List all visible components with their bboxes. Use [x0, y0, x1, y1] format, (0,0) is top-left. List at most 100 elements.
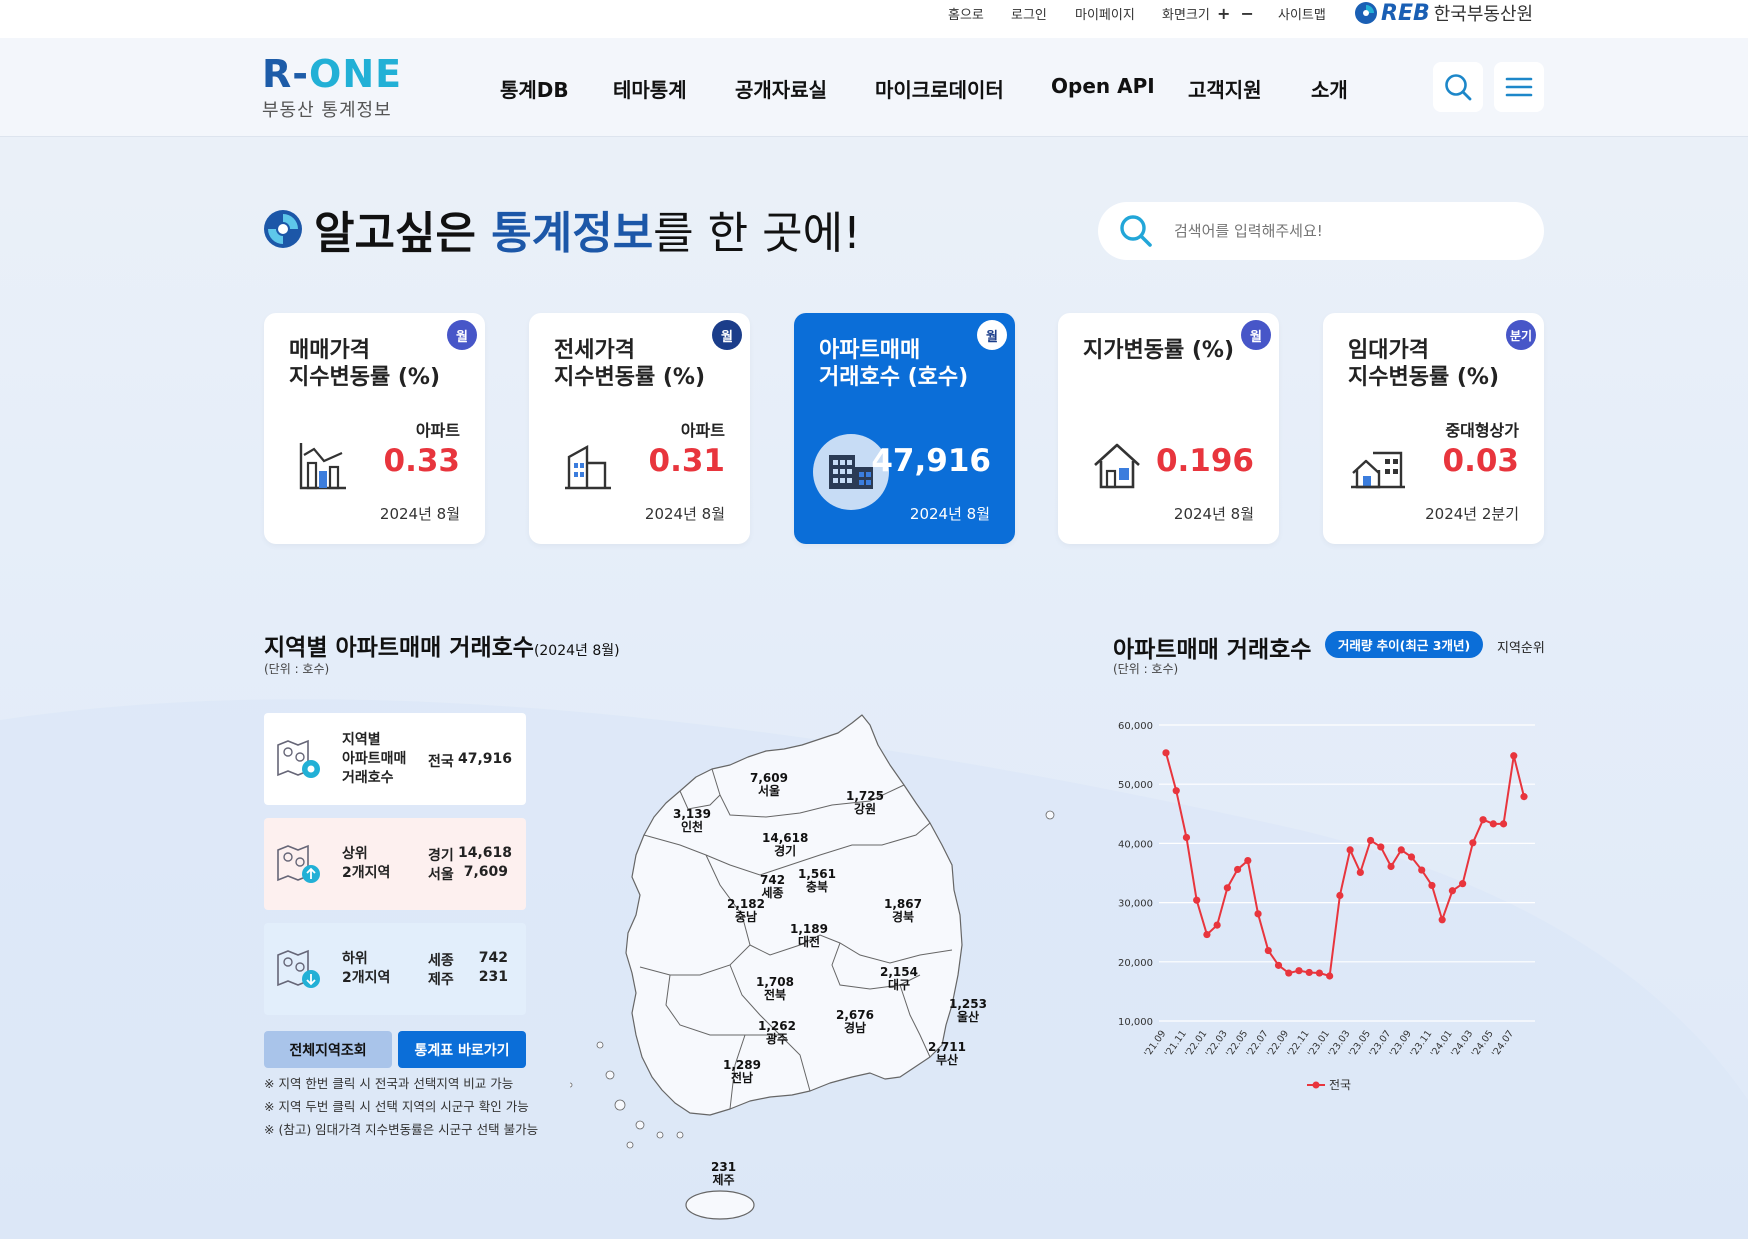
data-point[interactable]: [1213, 921, 1221, 929]
data-point[interactable]: [1315, 969, 1324, 977]
data-point[interactable]: [1387, 862, 1395, 871]
menu-button[interactable]: [1494, 62, 1544, 112]
map-label-jeonnam[interactable]: 1,289 전남: [723, 1059, 761, 1085]
data-point[interactable]: [1203, 930, 1211, 939]
region-title-date: (2024년 8월): [533, 643, 620, 659]
data-point[interactable]: [1520, 793, 1528, 801]
data-point[interactable]: [1305, 968, 1313, 977]
stats-table-button[interactable]: 통계표 바로가기: [398, 1031, 526, 1068]
search-button[interactable]: [1433, 62, 1483, 112]
data-point[interactable]: [1295, 967, 1303, 975]
map-label-daegu[interactable]: 2,154 대구: [880, 966, 918, 992]
apartment-icon: [563, 441, 613, 495]
data-point[interactable]: [1193, 896, 1201, 904]
map-label-busan[interactable]: 2,711 부산: [928, 1041, 966, 1067]
data-point[interactable]: [1489, 820, 1497, 828]
data-point[interactable]: [1182, 833, 1191, 842]
map-label-incheon[interactable]: 3,139 인천: [673, 808, 711, 834]
data-point[interactable]: [1428, 881, 1436, 890]
data-point[interactable]: [1448, 887, 1456, 895]
map-label-seoul[interactable]: 7,609 서울: [750, 772, 788, 798]
zoom-out-button[interactable]: −: [1238, 4, 1257, 23]
data-point[interactable]: [1356, 868, 1364, 877]
view-all-regions-button[interactable]: 전체지역조회: [264, 1031, 392, 1068]
data-point[interactable]: [1254, 910, 1262, 918]
period-badge: 월: [977, 320, 1007, 350]
map-label-gyeongnam[interactable]: 2,676 경남: [836, 1009, 874, 1035]
card-subcategory: 아파트: [415, 421, 460, 440]
data-point[interactable]: [1510, 752, 1518, 760]
data-point[interactable]: [1223, 884, 1231, 892]
mypage-link[interactable]: 마이페이지: [1075, 4, 1135, 23]
card-value: 0.196: [1155, 443, 1254, 479]
tab-region-rank[interactable]: 지역순위: [1497, 637, 1545, 656]
data-point[interactable]: [1479, 816, 1487, 824]
menu-item-microdata[interactable]: 마이크로데이터: [875, 74, 1004, 103]
login-link[interactable]: 로그인: [1011, 4, 1047, 23]
card-rent-price-index[interactable]: 임대가격 지수변동률 (%) 분기 중대형상가 0.03 2024년 2분기: [1323, 313, 1544, 544]
map-label-jeju[interactable]: 231 제주: [711, 1161, 736, 1187]
legend-label: 전국: [1329, 1078, 1352, 1092]
reb-logo[interactable]: REB 한국부동산원: [1353, 0, 1533, 26]
map-label-name: 제주: [712, 1173, 735, 1187]
data-point[interactable]: [1285, 969, 1293, 977]
card-land-price-change[interactable]: 지가변동률 (%) 월 0.196 2024년 8월: [1058, 313, 1279, 544]
map-label-jeonbuk[interactable]: 1,708 전북: [756, 976, 794, 1002]
data-point[interactable]: [1162, 749, 1170, 757]
data-point[interactable]: [1377, 843, 1385, 851]
data-point[interactable]: [1264, 946, 1272, 955]
data-point[interactable]: [1438, 916, 1446, 924]
zoom-in-button[interactable]: +: [1214, 4, 1233, 23]
island: [614, 1099, 626, 1111]
note-2: ※ 지역 두번 클릭 시 선택 지역의 시군구 확인 가능: [264, 1099, 529, 1114]
map-label-chungbuk[interactable]: 1,561 충북: [798, 868, 836, 894]
map-label-name: 충남: [734, 910, 758, 924]
korea-map[interactable]: [570, 705, 1070, 1239]
data-point[interactable]: [1336, 891, 1344, 900]
card-sale-price-index[interactable]: 매매가격 지수변동률 (%) 월 아파트 0.33 2024년 8월: [264, 313, 485, 544]
sitemap-link[interactable]: 사이트맵: [1278, 4, 1326, 23]
menu-item-about[interactable]: 소개: [1311, 74, 1348, 103]
data-point[interactable]: [1407, 853, 1416, 861]
map-label-gyeongbuk[interactable]: 1,867 경북: [884, 898, 922, 924]
trade-trend-chart[interactable]: 10,00020,00030,00040,00050,00060,000'21.…: [1110, 710, 1540, 1070]
map-label-chungnam[interactable]: 2,182 충남: [727, 898, 765, 924]
tab-trade-trend[interactable]: 거래량 추이(최근 3개년): [1325, 631, 1483, 658]
map-label-gyeonggi[interactable]: 14,618 경기: [762, 832, 808, 858]
menu-item-stats-db[interactable]: 통계DB: [500, 74, 569, 103]
card-apt-trade-count[interactable]: 아파트매매 거래호수 (호수) 월 47,916 2024년 8월: [794, 313, 1015, 544]
rone-logo[interactable]: R-ONE 부동산 통계정보: [262, 54, 402, 122]
menu-item-archive[interactable]: 공개자료실: [735, 74, 827, 103]
hero-title: 알고싶은 통계정보를 한 곳에!: [262, 197, 861, 261]
hero-text: 알고싶은 통계정보를 한 곳에!: [314, 197, 861, 261]
data-point[interactable]: [1234, 865, 1242, 874]
search-icon[interactable]: [1118, 213, 1154, 249]
data-point[interactable]: [1244, 856, 1252, 865]
data-point[interactable]: [1346, 846, 1354, 854]
home-link[interactable]: 홈으로: [948, 4, 984, 23]
data-point[interactable]: [1326, 972, 1334, 980]
data-point[interactable]: [1499, 820, 1508, 828]
map-label-gangwon[interactable]: 1,725 강원: [846, 790, 884, 816]
data-point[interactable]: [1366, 836, 1375, 845]
data-point[interactable]: [1172, 787, 1180, 795]
menu-item-support[interactable]: 고객지원: [1188, 74, 1262, 103]
map-label-gwangju[interactable]: 1,262 광주: [758, 1020, 796, 1046]
map-label-name: 광주: [765, 1032, 789, 1046]
period-badge: 월: [1241, 320, 1271, 350]
data-point[interactable]: [1469, 839, 1477, 847]
data-point[interactable]: [1418, 866, 1426, 874]
menu-item-theme-stats[interactable]: 테마통계: [613, 74, 687, 103]
total-label: 지역별 아파트매매 거래호수: [342, 732, 407, 786]
map-label-ulsan[interactable]: 1,253 울산: [949, 998, 987, 1024]
search-input[interactable]: [1174, 222, 1514, 240]
total-value: 47,916: [457, 751, 512, 767]
card-jeonse-price-index[interactable]: 전세가격 지수변동률 (%) 월 아파트 0.31 2024년 8월: [529, 313, 750, 544]
chart-unit: (단위 : 호수): [1113, 662, 1179, 676]
map-label-daejeon[interactable]: 1,189 대전: [790, 923, 828, 949]
data-point[interactable]: [1274, 961, 1283, 969]
data-point[interactable]: [1459, 880, 1467, 888]
island: [596, 1041, 604, 1049]
data-point[interactable]: [1397, 846, 1405, 854]
menu-item-open-api[interactable]: Open API: [1051, 74, 1155, 98]
